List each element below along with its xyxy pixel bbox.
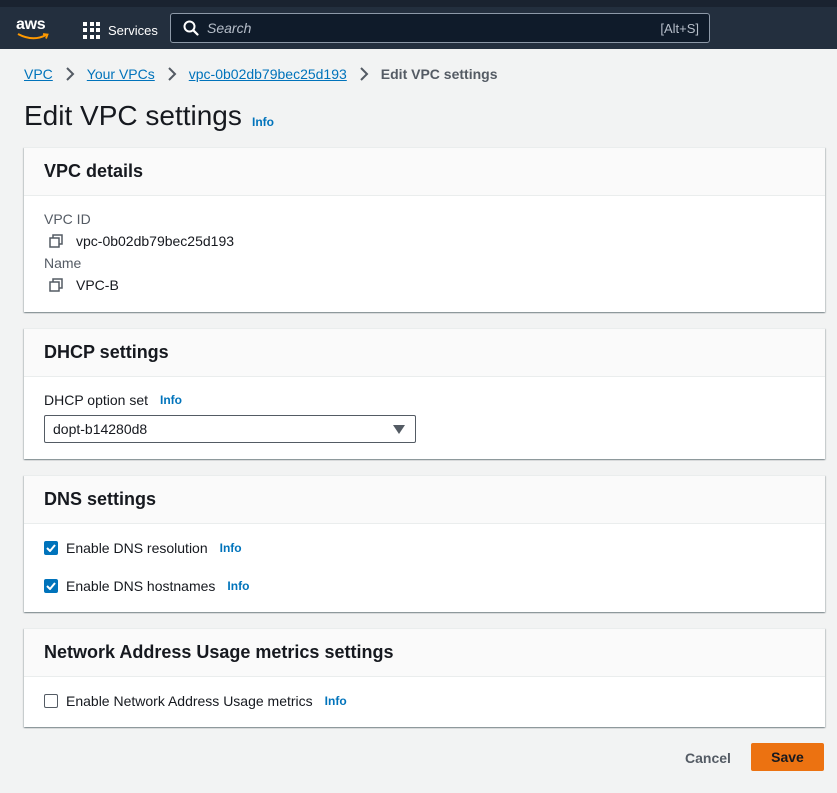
chevron-right-icon — [168, 67, 177, 81]
nau-metrics-title: Network Address Usage metrics settings — [44, 642, 394, 662]
copy-icon[interactable] — [49, 234, 63, 248]
dns-settings-title: DNS settings — [44, 489, 157, 509]
vpc-details-header: VPC details — [24, 148, 825, 196]
vpc-id-value: vpc-0b02db79bec25d193 — [76, 233, 235, 249]
dns-settings-panel: DNS settings Enable DNS resolution Info … — [24, 475, 825, 612]
vpc-id-row: vpc-0b02db79bec25d193 — [44, 233, 234, 249]
dhcp-option-select[interactable]: dopt-b14280d8 — [44, 415, 416, 443]
dns-hostnames-info-link[interactable]: Info — [227, 579, 249, 593]
nau-metrics-row: Enable Network Address Usage metrics Inf… — [44, 693, 347, 709]
search-icon — [183, 20, 199, 36]
dhcp-info-link[interactable]: Info — [160, 393, 182, 407]
name-label: Name — [44, 255, 82, 271]
dns-resolution-info-link[interactable]: Info — [220, 541, 242, 555]
aws-logo-text: aws — [16, 16, 46, 33]
dhcp-settings-title: DHCP settings — [44, 342, 169, 362]
nau-metrics-checkbox[interactable] — [44, 694, 58, 708]
dhcp-settings-panel: DHCP settings DHCP option set Info dopt-… — [24, 328, 825, 459]
checkmark-icon — [46, 544, 56, 552]
dhcp-settings-header: DHCP settings — [24, 329, 825, 377]
dns-settings-header: DNS settings — [24, 476, 825, 524]
vpc-details-panel: VPC details VPC ID vpc-0b02db79bec25d193… — [24, 147, 825, 312]
dns-hostnames-row: Enable DNS hostnames Info — [44, 578, 249, 594]
aws-logo[interactable]: aws — [16, 17, 50, 45]
vpc-details-title: VPC details — [44, 161, 144, 181]
save-button[interactable]: Save — [751, 743, 824, 771]
dhcp-option-label-row: DHCP option set Info — [44, 392, 182, 408]
dns-resolution-checkbox[interactable] — [44, 541, 58, 555]
aws-smile-icon — [17, 33, 49, 40]
nau-metrics-panel: Network Address Usage metrics settings E… — [24, 628, 825, 727]
dns-hostnames-checkbox[interactable] — [44, 579, 58, 593]
search-box[interactable]: [Alt+S] — [170, 13, 710, 43]
breadcrumb: VPC Your VPCs vpc-0b02db79bec25d193 Edit… — [24, 66, 497, 82]
dns-resolution-row: Enable DNS resolution Info — [44, 540, 242, 556]
dhcp-option-label: DHCP option set — [44, 392, 149, 408]
caret-down-icon — [393, 425, 405, 434]
checkmark-icon — [46, 582, 56, 590]
breadcrumb-vpc-id[interactable]: vpc-0b02db79bec25d193 — [189, 66, 347, 82]
nau-metrics-header: Network Address Usage metrics settings — [24, 629, 825, 677]
breadcrumb-your-vpcs[interactable]: Your VPCs — [87, 66, 155, 82]
chevron-right-icon — [360, 67, 369, 81]
name-value: VPC-B — [76, 277, 119, 293]
copy-icon[interactable] — [49, 278, 63, 292]
nau-metrics-label[interactable]: Enable Network Address Usage metrics — [66, 693, 313, 709]
chevron-right-icon — [66, 67, 75, 81]
page-title: Edit VPC settings — [24, 100, 242, 131]
dns-resolution-label[interactable]: Enable DNS resolution — [66, 540, 208, 556]
search-shortcut-hint: [Alt+S] — [660, 20, 699, 36]
grid-icon — [83, 21, 100, 39]
cancel-button[interactable]: Cancel — [677, 744, 739, 772]
name-row: VPC-B — [44, 277, 119, 293]
title-info-link[interactable]: Info — [252, 115, 274, 129]
breadcrumb-vpc[interactable]: VPC — [24, 66, 53, 82]
dhcp-selected-value: dopt-b14280d8 — [53, 421, 148, 437]
nau-metrics-info-link[interactable]: Info — [325, 694, 347, 708]
top-nav-bar: aws Services [Alt+S] — [0, 0, 837, 49]
services-label: Services — [108, 22, 158, 38]
vpc-id-label: VPC ID — [44, 211, 91, 227]
breadcrumb-current: Edit VPC settings — [380, 66, 498, 82]
services-menu-button[interactable]: Services — [83, 19, 158, 41]
dns-hostnames-label[interactable]: Enable DNS hostnames — [66, 578, 215, 594]
search-input[interactable] — [207, 20, 661, 36]
